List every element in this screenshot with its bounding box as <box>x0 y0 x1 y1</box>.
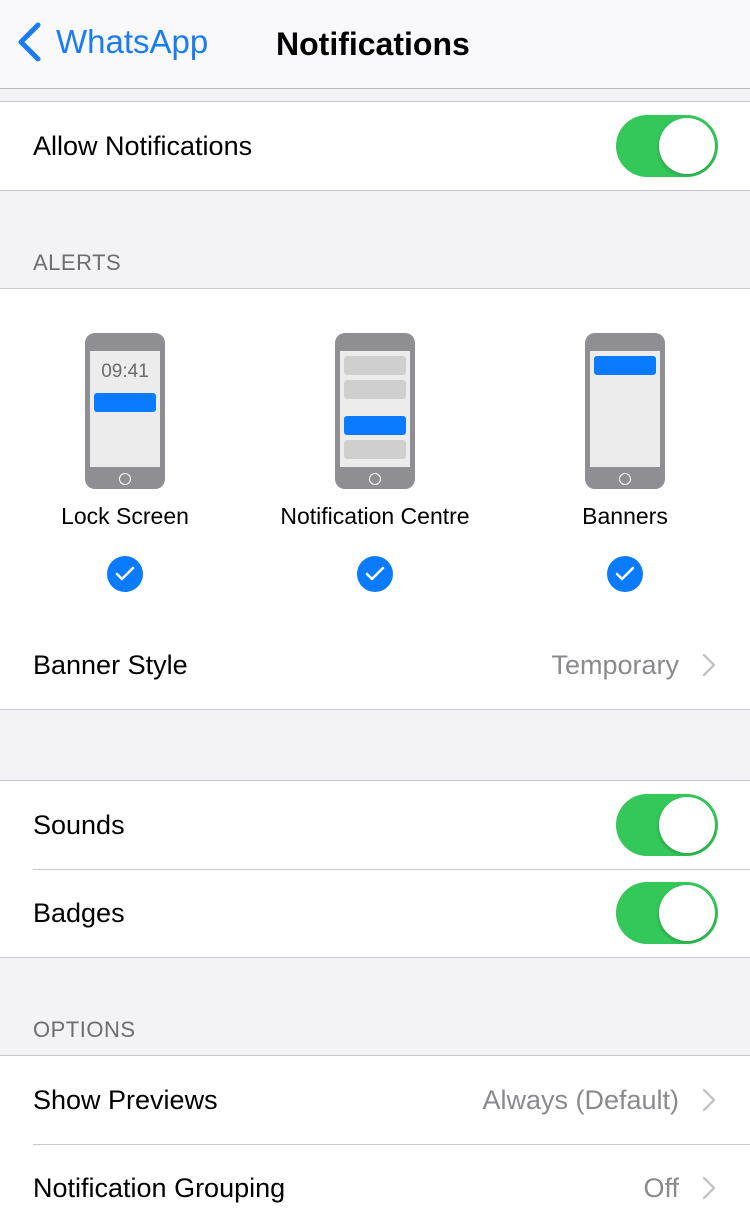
chevron-right-icon <box>702 653 716 677</box>
notification-centre-phone-icon <box>335 333 415 489</box>
checkmark-icon[interactable] <box>107 556 143 592</box>
banners-phone-icon <box>585 333 665 489</box>
show-previews-label: Show Previews <box>33 1084 218 1115</box>
allow-notifications-label: Allow Notifications <box>33 130 253 161</box>
options-group: Show Previews Always (Default) Notificat… <box>0 1055 750 1228</box>
banner-style-label: Banner Style <box>33 649 188 680</box>
alerts-section-header: ALERTS <box>33 250 122 275</box>
alerts-group: 09:41 Lock Screen Notification Centre Ba… <box>0 288 750 710</box>
show-previews-value: Always (Default) <box>482 1084 679 1115</box>
page-title: Notifications <box>276 26 470 62</box>
sounds-toggle[interactable] <box>616 794 718 856</box>
alert-style-banners[interactable]: Banners <box>500 289 750 592</box>
badges-label: Badges <box>33 897 125 928</box>
alert-style-label: Lock Screen <box>61 503 189 529</box>
lock-screen-phone-icon: 09:41 <box>85 333 165 489</box>
lock-screen-clock: 09:41 <box>101 361 149 382</box>
allow-notifications-row: Allow Notifications <box>0 102 750 190</box>
sounds-badges-group: Sounds Badges <box>0 780 750 958</box>
toggle-knob <box>659 885 715 941</box>
show-previews-row[interactable]: Show Previews Always (Default) <box>0 1056 750 1144</box>
allow-notifications-toggle[interactable] <box>616 115 718 177</box>
alert-styles: 09:41 Lock Screen Notification Centre Ba… <box>0 289 750 621</box>
banner-style-value: Temporary <box>551 649 679 680</box>
banner-style-row[interactable]: Banner Style Temporary <box>0 621 750 709</box>
options-section-header: OPTIONS <box>33 1017 136 1042</box>
notification-grouping-value: Off <box>643 1172 679 1203</box>
alert-style-notification-centre[interactable]: Notification Centre <box>250 289 500 592</box>
back-button[interactable]: WhatsApp <box>16 22 208 62</box>
notification-grouping-row[interactable]: Notification Grouping Off <box>0 1144 750 1228</box>
alert-style-label: Notification Centre <box>280 503 470 529</box>
allow-notifications-group: Allow Notifications <box>0 101 750 191</box>
chevron-left-icon <box>18 22 41 62</box>
checkmark-icon[interactable] <box>607 556 643 592</box>
navigation-bar: WhatsApp Notifications <box>0 0 750 89</box>
sounds-label: Sounds <box>33 809 125 840</box>
badges-toggle[interactable] <box>616 882 718 944</box>
badges-row: Badges <box>0 869 750 957</box>
alert-style-label: Banners <box>582 503 668 529</box>
chevron-right-icon <box>702 1088 716 1112</box>
back-label: WhatsApp <box>56 23 209 60</box>
notification-grouping-label: Notification Grouping <box>33 1172 286 1203</box>
sounds-row: Sounds <box>0 781 750 869</box>
alert-style-lock-screen[interactable]: 09:41 Lock Screen <box>0 289 250 592</box>
toggle-knob <box>659 118 715 174</box>
checkmark-icon[interactable] <box>357 556 393 592</box>
toggle-knob <box>659 797 715 853</box>
chevron-right-icon <box>702 1176 716 1200</box>
